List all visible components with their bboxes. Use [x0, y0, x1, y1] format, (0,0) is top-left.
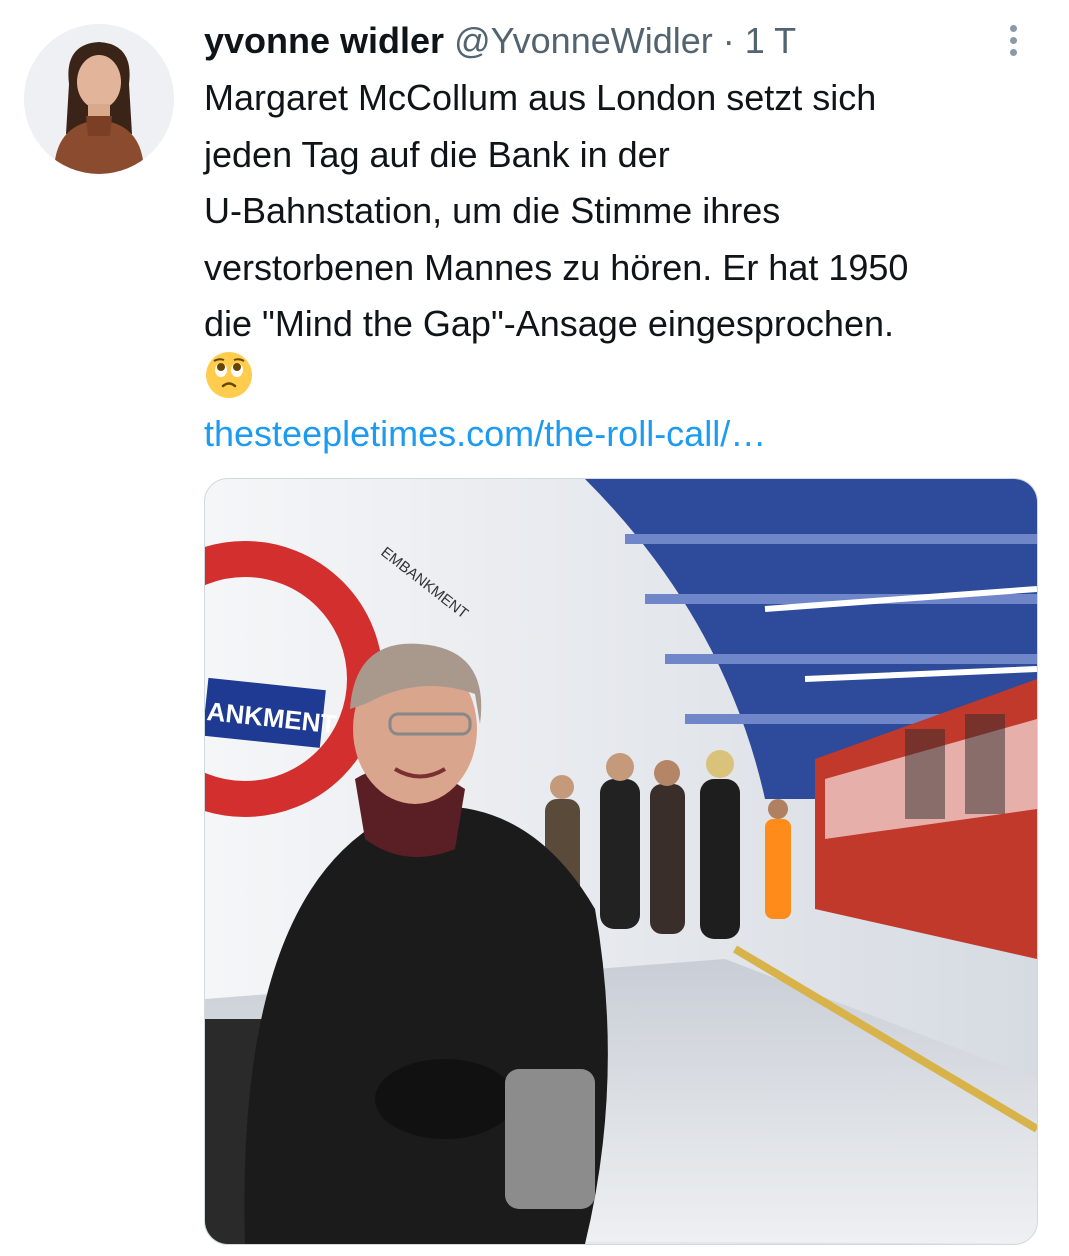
tweet-header: yvonne widler @YvonneWidler · 1 T	[204, 18, 796, 64]
avatar[interactable]	[24, 24, 174, 174]
author-handle[interactable]: @YvonneWidler	[454, 20, 713, 61]
tweet-line: Margaret McCollum aus London setzt sich	[204, 77, 877, 118]
tweet-image[interactable]: ANKMENT EMBANKMENT	[204, 478, 1038, 1245]
station-photo: ANKMENT EMBANKMENT	[205, 479, 1037, 1244]
avatar-photo	[24, 24, 174, 174]
tweet-line: verstorbenen Mannes zu hören. Er hat 195…	[204, 246, 909, 288]
tweet-text: Margaret McCollum aus London setzt sich …	[204, 70, 1044, 353]
author-name[interactable]: yvonne widler	[204, 20, 444, 61]
separator: ·	[722, 20, 735, 61]
tweet-line: jeden Tag auf die Bank in der	[204, 133, 670, 175]
tweet-link[interactable]: thesteepletimes.com/the-roll-call/…	[204, 406, 766, 462]
more-options-icon[interactable]	[996, 20, 1030, 60]
tweet-line: die "Mind the Gap"-Ansage eingesprochen.	[204, 303, 894, 344]
face-holding-back-tears-emoji	[204, 350, 254, 400]
tweet-timestamp[interactable]: 1 T	[745, 20, 796, 61]
tweet-line: U-Bahnstation, um die Stimme ihres	[204, 190, 781, 231]
